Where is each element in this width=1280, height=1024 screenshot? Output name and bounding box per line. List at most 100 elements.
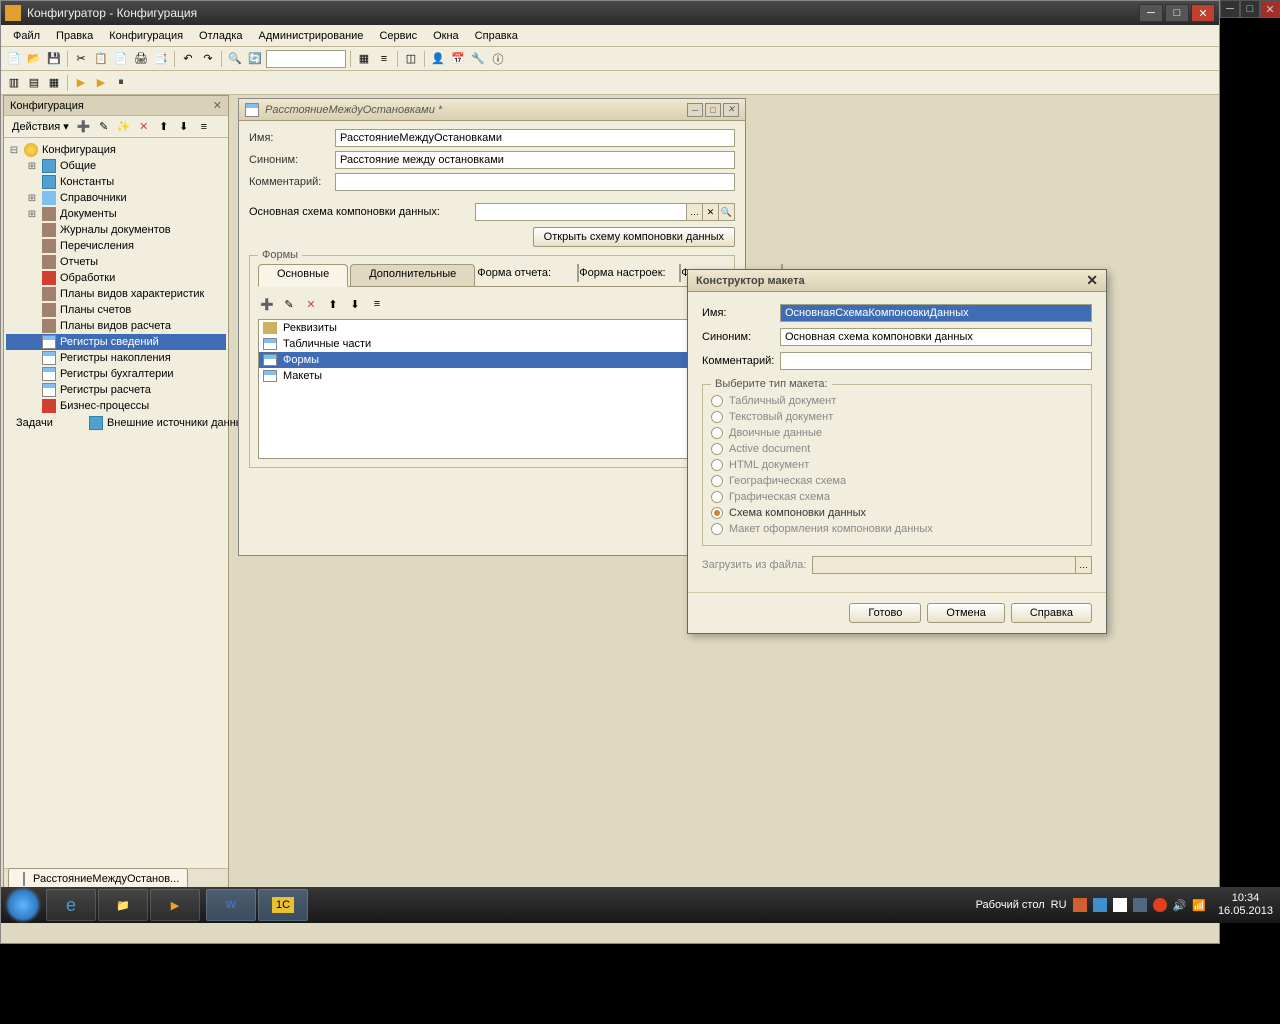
tray-icon-3[interactable] xyxy=(1133,898,1147,912)
tree-calcplans[interactable]: Планы видов расчета xyxy=(6,318,226,334)
mdi-close[interactable]: ✕ xyxy=(723,103,739,117)
list-tparts[interactable]: Табличные части xyxy=(259,336,725,352)
menu-windows[interactable]: Окна xyxy=(425,27,467,45)
list-down-icon[interactable]: ⬇ xyxy=(346,295,364,313)
mdi-max[interactable]: □ xyxy=(705,103,721,117)
form-icon[interactable]: ▦ xyxy=(355,50,373,68)
play-icon[interactable]: ▶ xyxy=(72,74,90,92)
os-maximize[interactable]: □ xyxy=(1240,0,1260,18)
radio-type-3[interactable]: Active document xyxy=(711,441,1083,457)
dlg-name-input[interactable] xyxy=(780,304,1092,322)
clear-icon[interactable]: ✕ xyxy=(702,204,718,220)
radio-type-0[interactable]: Табличный документ xyxy=(711,393,1083,409)
tree-documents[interactable]: ⊞Документы xyxy=(6,206,226,222)
list-forms[interactable]: Формы xyxy=(259,352,725,368)
tray-lang[interactable]: RU xyxy=(1051,899,1067,911)
redo-icon[interactable]: ↷ xyxy=(199,50,217,68)
list-up-icon[interactable]: ⬆ xyxy=(324,295,342,313)
ready-button[interactable]: Готово xyxy=(849,603,921,623)
menu-admin[interactable]: Администрирование xyxy=(251,27,372,45)
synonym-input[interactable] xyxy=(335,151,735,169)
radio-type-2[interactable]: Двоичные данные xyxy=(711,425,1083,441)
os-minimize[interactable]: ─ xyxy=(1220,0,1240,18)
mdi-min[interactable]: ─ xyxy=(687,103,703,117)
tray-desktop[interactable]: Рабочий стол xyxy=(976,899,1045,911)
edit-icon[interactable]: ✎ xyxy=(95,118,113,136)
tree2-icon[interactable]: ▤ xyxy=(25,74,43,92)
delete-icon[interactable]: ✕ xyxy=(135,118,153,136)
tree-accounts[interactable]: Планы счетов xyxy=(6,302,226,318)
play2-icon[interactable]: ▶ xyxy=(92,74,110,92)
menu-debug[interactable]: Отладка xyxy=(191,27,250,45)
cut-icon[interactable]: ✂ xyxy=(72,50,90,68)
radio-type-1[interactable]: Текстовый документ xyxy=(711,409,1083,425)
os-close[interactable]: ✕ xyxy=(1260,0,1280,18)
radio-type-4[interactable]: HTML документ xyxy=(711,457,1083,473)
dialog-close-icon[interactable]: ✕ xyxy=(1086,272,1098,289)
menu-help[interactable]: Справка xyxy=(467,27,526,45)
tree-charplans[interactable]: Планы видов характеристик xyxy=(6,286,226,302)
dlg-syn-input[interactable] xyxy=(780,328,1092,346)
up-icon[interactable]: ⬆ xyxy=(155,118,173,136)
maximize-button[interactable]: □ xyxy=(1165,4,1189,22)
list-sort-icon[interactable]: ≡ xyxy=(368,295,386,313)
pause-icon[interactable]: ⏸ xyxy=(112,74,130,92)
lookup-icon[interactable]: 🔍 xyxy=(718,204,734,220)
tree-common[interactable]: ⊞Общие xyxy=(6,158,226,174)
help-icon[interactable]: ⓘ xyxy=(489,50,507,68)
tree3-icon[interactable]: ▦ xyxy=(45,74,63,92)
actions-menu[interactable]: Действия ▾ xyxy=(8,118,73,135)
scheme-field[interactable]: …✕🔍 xyxy=(475,203,735,221)
find-icon[interactable]: 🔍 xyxy=(226,50,244,68)
add-icon[interactable]: ➕ xyxy=(75,118,93,136)
menu-edit[interactable]: Правка xyxy=(48,27,101,45)
open-icon[interactable]: 📂 xyxy=(25,50,43,68)
task-word[interactable]: W xyxy=(206,889,256,921)
tab-extra[interactable]: Дополнительные xyxy=(350,264,475,286)
list-edit-icon[interactable]: ✎ xyxy=(280,295,298,313)
radio-type-6[interactable]: Графическая схема xyxy=(711,489,1083,505)
list-del-icon[interactable]: ✕ xyxy=(302,295,320,313)
print-icon[interactable]: 🖨 xyxy=(132,50,150,68)
tree-bproc[interactable]: Бизнес-процессы xyxy=(6,398,226,414)
radio-type-7[interactable]: Схема компоновки данных xyxy=(711,505,1083,521)
undo-icon[interactable]: ↶ xyxy=(179,50,197,68)
minimize-button[interactable]: ─ xyxy=(1139,4,1163,22)
open-scheme-button[interactable]: Открыть схему компоновки данных xyxy=(533,227,735,247)
tree-constants[interactable]: Константы xyxy=(6,174,226,190)
tree-extdata[interactable]: Внешние источники данных xyxy=(53,415,251,431)
refresh-icon[interactable]: 🔄 xyxy=(246,50,264,68)
panel-close-icon[interactable]: ✕ xyxy=(213,99,222,112)
paste-icon[interactable]: 📄 xyxy=(112,50,130,68)
wand-icon[interactable]: ✨ xyxy=(115,118,133,136)
task-explorer[interactable]: 📁 xyxy=(98,889,148,921)
search-input[interactable] xyxy=(266,50,346,68)
down-icon[interactable]: ⬇ xyxy=(175,118,193,136)
list-templates[interactable]: Макеты xyxy=(259,368,725,384)
copy-icon[interactable]: 📋 xyxy=(92,50,110,68)
menu-file[interactable]: Файл xyxy=(5,27,48,45)
tree-catalogs[interactable]: ⊞Справочники xyxy=(6,190,226,206)
menu-config[interactable]: Конфигурация xyxy=(101,27,191,45)
tab-main[interactable]: Основные xyxy=(258,264,348,287)
tree-calcreg[interactable]: Регистры расчета xyxy=(6,382,226,398)
tree-accreg[interactable]: Регистры бухгалтерии xyxy=(6,366,226,382)
menu-service[interactable]: Сервис xyxy=(371,27,425,45)
close-button[interactable]: ✕ xyxy=(1191,4,1215,22)
task-media[interactable]: ▶ xyxy=(150,889,200,921)
dlg-comment-input[interactable] xyxy=(780,352,1092,370)
task-1c[interactable]: 1C xyxy=(258,889,308,921)
module-icon[interactable]: ≡ xyxy=(375,50,393,68)
tree-tasks[interactable]: Задачи Внешние источники данных xyxy=(6,414,226,432)
sort-icon[interactable]: ≡ xyxy=(195,118,213,136)
tree-processing[interactable]: Обработки xyxy=(6,270,226,286)
tray-clock[interactable]: 10:3416.05.2013 xyxy=(1212,892,1273,918)
help-button[interactable]: Справка xyxy=(1011,603,1092,623)
tray-icon-2[interactable] xyxy=(1093,898,1107,912)
tray-alert-icon[interactable] xyxy=(1153,898,1167,912)
new-icon[interactable]: 📄 xyxy=(5,50,23,68)
tree-enums[interactable]: Перечисления xyxy=(6,238,226,254)
list-add-icon[interactable]: ➕ xyxy=(258,295,276,313)
browse-icon[interactable]: … xyxy=(1075,557,1091,573)
tree-root[interactable]: ⊟Конфигурация xyxy=(6,142,226,158)
